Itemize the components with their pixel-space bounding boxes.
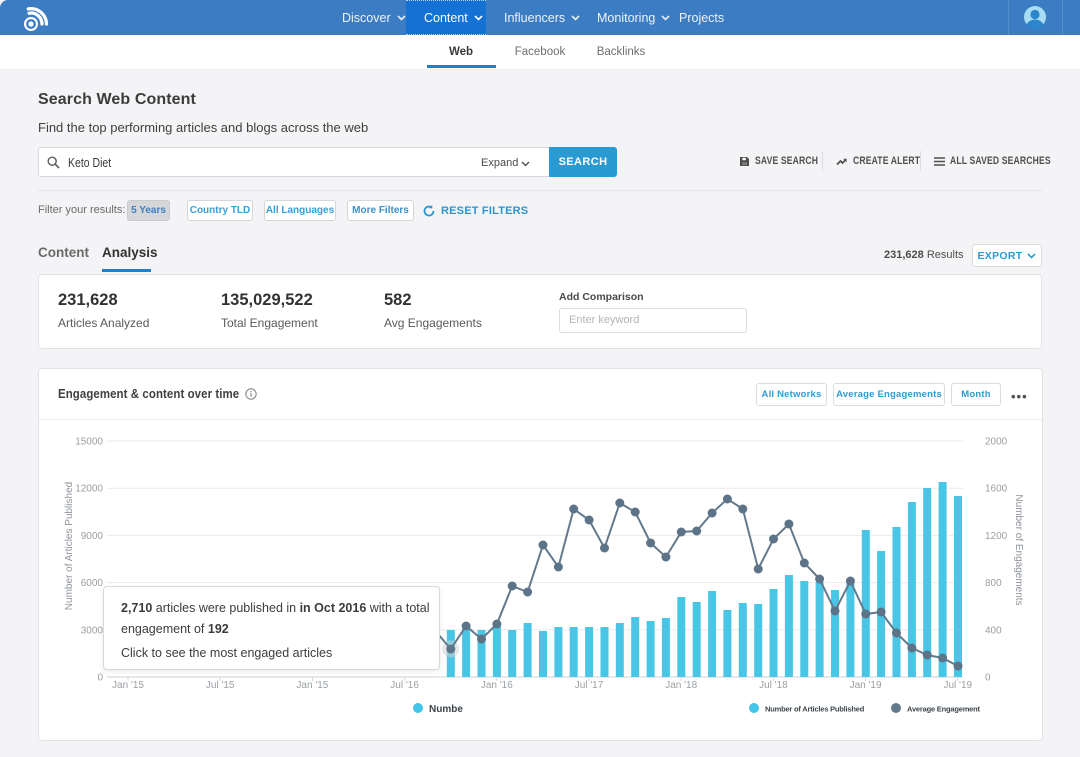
svg-text:Number of Articles Published: Number of Articles Published xyxy=(64,482,75,610)
svg-text:Jan '16: Jan '16 xyxy=(481,680,513,691)
svg-text:0: 0 xyxy=(97,673,103,684)
svg-text:15000: 15000 xyxy=(75,437,103,448)
svg-text:3000: 3000 xyxy=(81,625,104,636)
svg-text:1200: 1200 xyxy=(985,531,1008,542)
svg-text:Number of Engagements: Number of Engagements xyxy=(1013,494,1024,605)
svg-text:Numbe: Numbe xyxy=(429,704,463,715)
svg-text:800: 800 xyxy=(985,578,1002,589)
svg-text:Jan '15: Jan '15 xyxy=(112,680,144,691)
svg-text:Jan '19: Jan '19 xyxy=(850,680,882,691)
svg-text:Jul '17: Jul '17 xyxy=(575,680,604,691)
svg-text:Jan '15: Jan '15 xyxy=(296,680,328,691)
svg-text:0: 0 xyxy=(985,673,991,684)
svg-text:1600: 1600 xyxy=(985,484,1008,495)
svg-text:Jul '16: Jul '16 xyxy=(390,680,419,691)
svg-text:Jul '15: Jul '15 xyxy=(206,680,235,691)
svg-text:Number of Articles Published: Number of Articles Published xyxy=(765,705,865,714)
svg-text:6000: 6000 xyxy=(81,578,104,589)
svg-text:Jul '19: Jul '19 xyxy=(944,680,973,691)
svg-text:400: 400 xyxy=(985,625,1002,636)
svg-text:Average Engagement: Average Engagement xyxy=(907,705,981,714)
svg-text:9000: 9000 xyxy=(81,531,104,542)
svg-text:Jul '18: Jul '18 xyxy=(759,680,788,691)
svg-text:12000: 12000 xyxy=(75,484,103,495)
svg-text:2000: 2000 xyxy=(985,437,1008,448)
svg-text:Jan '18: Jan '18 xyxy=(665,680,697,691)
